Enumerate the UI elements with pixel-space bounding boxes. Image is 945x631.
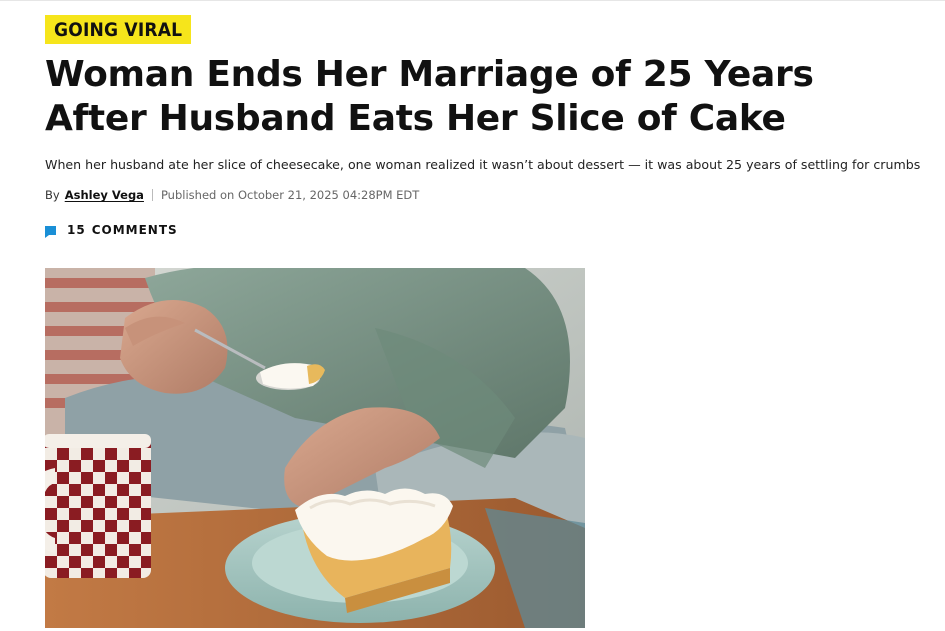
comments-count: 15 [67, 223, 86, 237]
comment-icon [45, 225, 56, 238]
hero-image [45, 268, 585, 628]
byline-by-label: By [45, 188, 60, 202]
category-tag[interactable]: GOING VIRAL [45, 15, 192, 44]
comments-label: COMMENTS [91, 223, 178, 237]
published-date: Published on October 21, 2025 04:28PM ED… [160, 188, 420, 202]
comments-link[interactable]: 15 COMMENTS [45, 221, 178, 239]
article-headline: Woman Ends Her Marriage of 25 Years Afte… [45, 54, 814, 139]
author-link[interactable]: Ashley Vega [65, 188, 144, 202]
byline-divider [151, 189, 153, 201]
top-divider [0, 0, 945, 1]
article-dek: When her husband ate her slice of cheese… [45, 157, 921, 172]
byline: By Ashley Vega Published on October 21, … [45, 186, 419, 204]
